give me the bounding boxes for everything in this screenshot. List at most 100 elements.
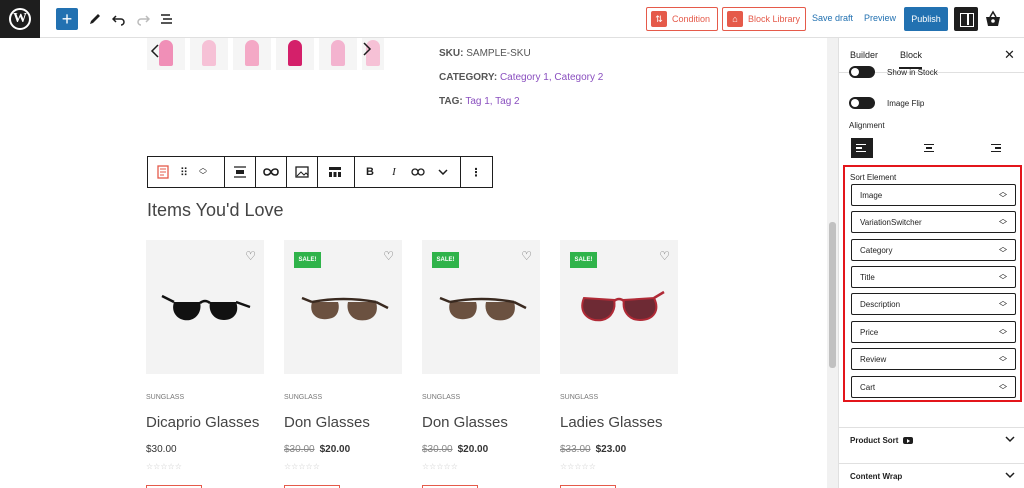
gallery-thumbnail[interactable] <box>276 38 314 70</box>
block-library-button[interactable]: ⌂ Block Library <box>722 7 806 31</box>
bold-button[interactable]: B <box>360 157 380 187</box>
document-overview-button[interactable] <box>156 8 178 30</box>
reorder-chevrons-icon[interactable]: ︿ ﹀ <box>999 215 1007 230</box>
block-toolbar: ⠿ ︿ ﹀ B I ⋮ <box>147 156 493 188</box>
reorder-chevrons-icon[interactable]: ︿ ﹀ <box>999 243 1007 258</box>
tab-block[interactable]: Block <box>899 50 923 69</box>
preview-button[interactable]: Preview <box>864 13 896 23</box>
sort-item-category[interactable]: Category ︿ ﹀ <box>851 239 1016 261</box>
gallery-thumbnail[interactable] <box>319 38 357 70</box>
product-title[interactable]: Don Glasses <box>422 414 508 431</box>
move-up-down[interactable]: ︿ ﹀ <box>194 157 212 187</box>
reorder-chevrons-icon[interactable]: ︿ ﹀ <box>999 325 1007 340</box>
condition-button[interactable]: ⇅ Condition <box>646 7 718 31</box>
settings-sidebar-toggle[interactable] <box>954 7 978 31</box>
drag-handle[interactable]: ⠿ <box>176 157 192 187</box>
redo-button[interactable] <box>132 8 154 30</box>
product-image[interactable]: ♡ <box>146 240 264 374</box>
sunglasses-image <box>439 296 527 321</box>
image-flip-toggle[interactable] <box>849 97 875 109</box>
product-title[interactable]: Ladies Glasses <box>560 414 663 431</box>
section-title: Items You'd Love <box>147 200 284 220</box>
product-category-label: SUNGLASS <box>284 394 323 401</box>
save-draft-button[interactable]: Save draft <box>812 13 853 23</box>
sort-item-title[interactable]: Title ︿ ﹀ <box>851 266 1016 288</box>
scrollbar-thumb[interactable] <box>829 222 836 368</box>
content-wrap-section[interactable]: Content Wrap <box>839 463 1024 488</box>
publish-button[interactable]: Publish <box>904 7 948 31</box>
reorder-chevrons-icon[interactable]: ︿ ﹀ <box>999 188 1007 203</box>
product-card[interactable]: SALE! ♡ SUNGLASS Don Glasses $30.00 $20.0… <box>284 240 402 488</box>
wordpress-icon: W <box>9 8 31 30</box>
category-links[interactable]: Category 1, Category 2 <box>500 72 603 83</box>
table-layout-icon <box>329 167 341 177</box>
sale-badge: SALE! <box>294 252 321 268</box>
sort-item-price[interactable]: Price ︿ ﹀ <box>851 321 1016 343</box>
sort-item-label: Review <box>860 354 887 364</box>
reorder-chevrons-icon[interactable]: ︿ ﹀ <box>999 380 1007 395</box>
product-image[interactable]: SALE! ♡ <box>284 240 402 374</box>
show-in-stock-toggle[interactable] <box>849 66 875 78</box>
block-type-button[interactable] <box>150 157 176 187</box>
dress-image <box>331 40 345 66</box>
editor-canvas: SKU: SAMPLE-SKU CATEGORY: Category 1, Ca… <box>0 38 838 488</box>
product-card[interactable]: SALE! ♡ SUNGLASS Ladies Glasses $33.00 $2… <box>560 240 678 488</box>
product-card[interactable]: ♡ SUNGLASS Dicaprio Glasses $30.00 ☆☆☆☆☆ <box>146 240 264 488</box>
gallery-thumbnail[interactable] <box>233 38 271 70</box>
wishlist-heart-icon[interactable]: ♡ <box>521 249 532 263</box>
sort-item-variation-switcher[interactable]: VariationSwitcher ︿ ﹀ <box>851 211 1016 233</box>
link-style-button[interactable] <box>256 157 286 187</box>
gallery-prev-icon[interactable] <box>150 43 160 59</box>
product-sort-label: Product Sort <box>850 436 899 445</box>
wordpress-logo[interactable]: W <box>0 0 40 38</box>
align-button[interactable] <box>225 157 255 187</box>
sort-item-description[interactable]: Description ︿ ﹀ <box>851 293 1016 315</box>
italic-button[interactable]: I <box>384 157 404 187</box>
original-price: $30.00 <box>422 444 453 455</box>
video-tutorial-icon[interactable] <box>903 437 914 444</box>
align-left-button[interactable] <box>851 138 873 158</box>
product-title[interactable]: Dicaprio Glasses <box>146 414 259 431</box>
sort-item-review[interactable]: Review ︿ ﹀ <box>851 348 1016 370</box>
product-card[interactable]: SALE! ♡ SUNGLASS Don Glasses $30.00 $20.0… <box>422 240 540 488</box>
reorder-chevrons-icon[interactable]: ︿ ﹀ <box>999 352 1007 367</box>
close-icon[interactable]: ✕ <box>1004 47 1015 63</box>
options-button[interactable]: ⋮ <box>461 157 491 187</box>
sort-item-label: Cart <box>860 382 876 392</box>
product-image[interactable]: SALE! ♡ <box>560 240 678 374</box>
infinity-icon <box>263 168 279 176</box>
add-block-button[interactable]: + <box>56 8 78 30</box>
toolbar-divider <box>354 157 355 187</box>
star-rating: ☆☆☆☆☆ <box>146 462 182 471</box>
wishlist-heart-icon[interactable]: ♡ <box>659 249 670 263</box>
canvas-scrollbar[interactable] <box>827 38 838 488</box>
original-price: $30.00 <box>284 444 315 455</box>
pencil-icon <box>90 14 100 24</box>
sort-item-image[interactable]: Image ︿ ﹀ <box>851 184 1016 206</box>
shop-basket-icon[interactable] <box>985 10 1001 28</box>
product-image[interactable]: SALE! ♡ <box>422 240 540 374</box>
link-button[interactable] <box>406 157 430 187</box>
layout-button[interactable] <box>318 157 352 187</box>
gallery-next-icon[interactable] <box>362 41 372 57</box>
align-center-button[interactable] <box>918 138 940 158</box>
reorder-chevrons-icon[interactable]: ︿ ﹀ <box>999 270 1007 285</box>
undo-button[interactable] <box>108 8 130 30</box>
align-right-button[interactable] <box>984 138 1006 158</box>
image-button[interactable] <box>287 157 317 187</box>
sort-item-cart[interactable]: Cart ︿ ﹀ <box>851 376 1016 398</box>
tools-button[interactable] <box>84 8 106 30</box>
product-title[interactable]: Don Glasses <box>284 414 370 431</box>
reorder-chevrons-icon[interactable]: ︿ ﹀ <box>999 297 1007 312</box>
sort-item-label: VariationSwitcher <box>860 217 922 227</box>
gallery-thumbnail[interactable] <box>190 38 228 70</box>
original-price: $33.00 <box>560 444 591 455</box>
sunglasses-image <box>301 296 389 321</box>
wishlist-heart-icon[interactable]: ♡ <box>383 249 394 263</box>
sort-item-label: Description <box>860 299 901 309</box>
tab-builder[interactable]: Builder <box>850 50 878 60</box>
product-sort-section[interactable]: Product Sort <box>839 427 1024 453</box>
tag-links[interactable]: Tag 1, Tag 2 <box>465 96 519 107</box>
more-formats-button[interactable] <box>432 157 454 187</box>
wishlist-heart-icon[interactable]: ♡ <box>245 249 256 263</box>
